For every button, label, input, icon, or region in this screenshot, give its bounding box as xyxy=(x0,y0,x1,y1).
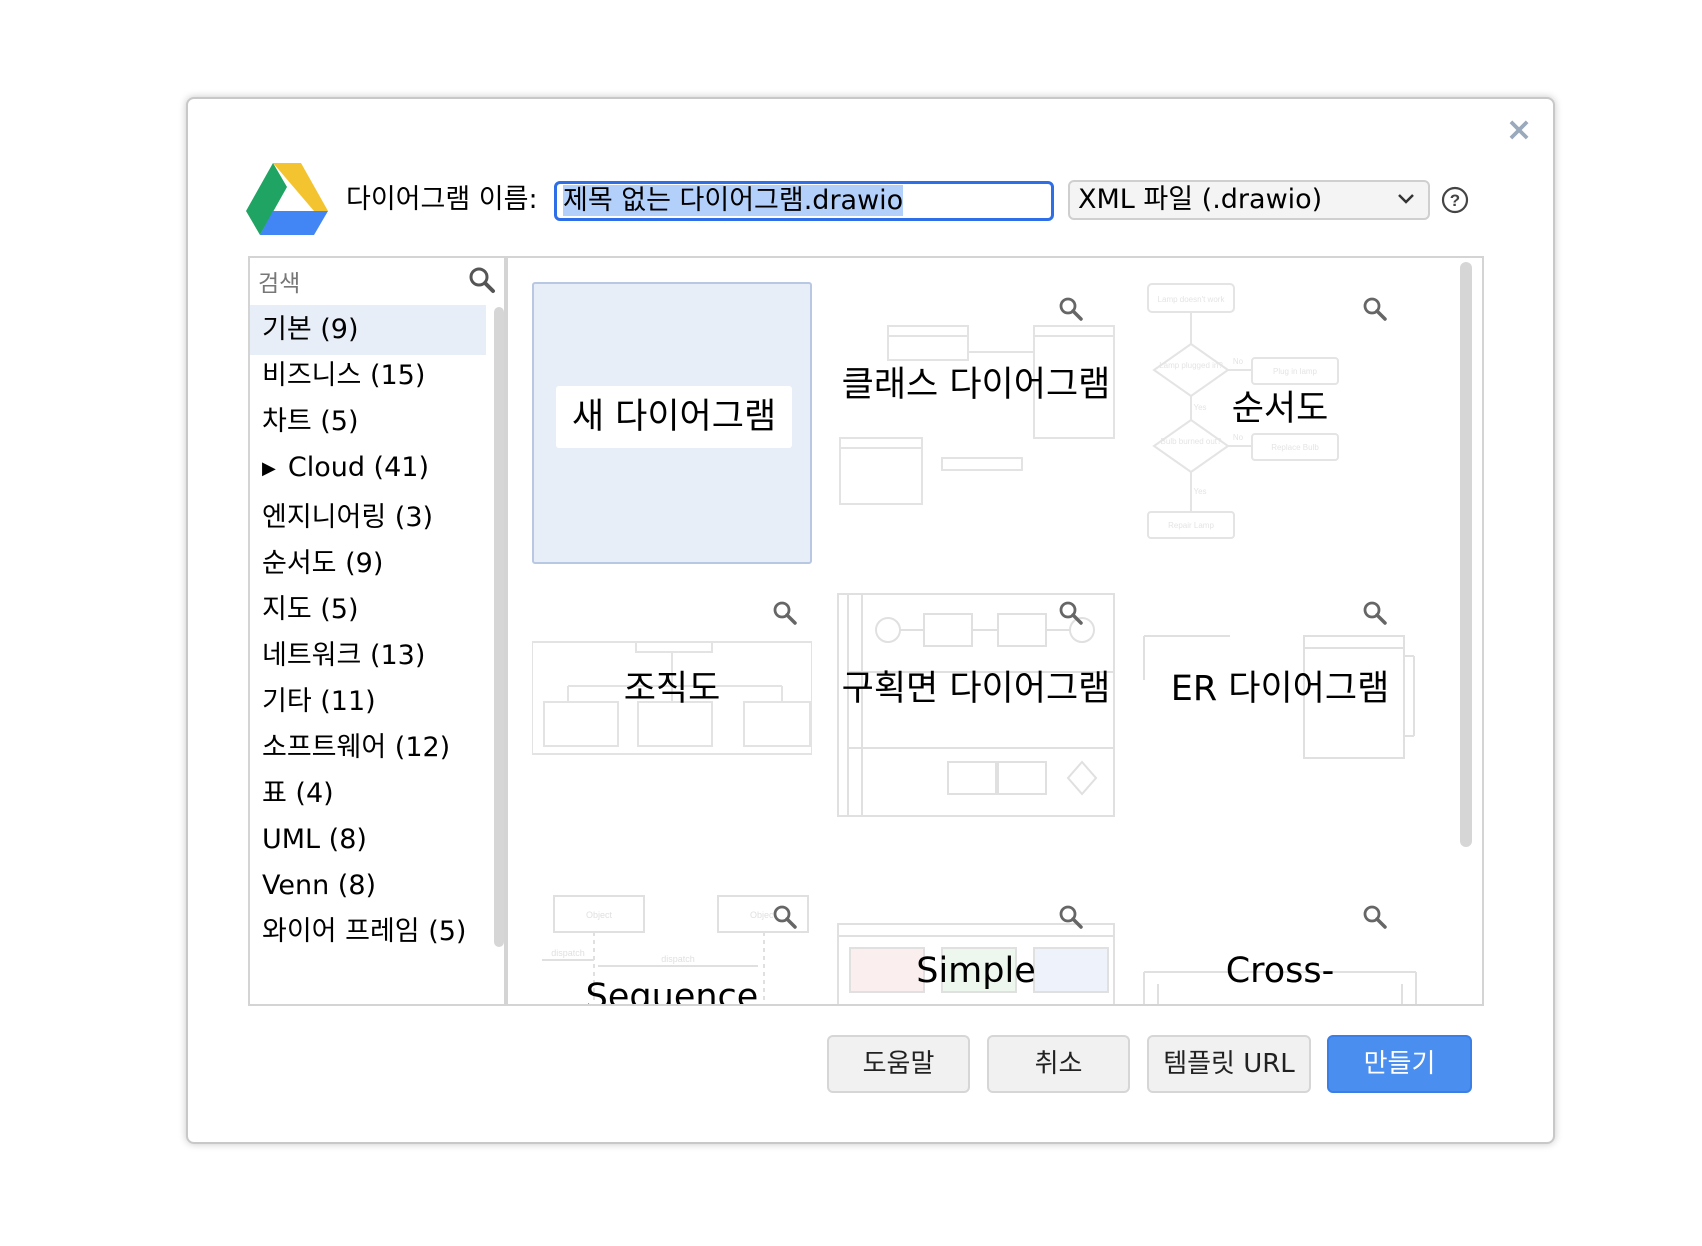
template-url-button[interactable]: 템플릿 URL xyxy=(1147,1035,1311,1093)
template-label: 클래스 다이어그램 xyxy=(841,365,1111,405)
template-flowchart[interactable]: Lamp doesn't work Lamp plugged in? Plug … xyxy=(1140,282,1420,564)
swimlane-thumbnail xyxy=(837,593,1115,817)
category-item-charts[interactable]: 차트 (5) xyxy=(250,397,486,447)
category-item-other[interactable]: 기타 (11) xyxy=(250,677,486,727)
svg-text:dispatch: dispatch xyxy=(661,954,695,964)
svg-text:dispatch: dispatch xyxy=(551,948,585,958)
category-item-business[interactable]: 비즈니스 (15) xyxy=(250,351,486,401)
svg-text:Yes: Yes xyxy=(1193,487,1206,496)
svg-text:Repair Lamp: Repair Lamp xyxy=(1168,521,1214,530)
zoom-icon[interactable] xyxy=(772,904,798,930)
class-diagram-thumbnail xyxy=(839,325,1115,505)
svg-text:Lamp doesn't work: Lamp doesn't work xyxy=(1158,295,1226,304)
template-er-diagram[interactable]: ER 다이어그램 xyxy=(1140,586,1420,868)
category-item-maps[interactable]: 지도 (5) xyxy=(250,585,486,635)
svg-text:Replace Bulb: Replace Bulb xyxy=(1271,443,1319,452)
org-chart-thumbnail xyxy=(532,641,812,755)
diagram-name-input[interactable]: 제목 없는 다이어그램.drawio xyxy=(554,181,1054,221)
chevron-down-icon xyxy=(1398,194,1414,204)
file-format-select[interactable]: XML 파일 (.drawio) xyxy=(1068,180,1430,220)
category-item-venn[interactable]: Venn (8) xyxy=(250,861,486,911)
svg-text:Bulb burned out?: Bulb burned out? xyxy=(1161,437,1222,446)
svg-text:Plug in lamp: Plug in lamp xyxy=(1273,367,1318,376)
template-swimlane[interactable]: 구획면 다이어그램 xyxy=(836,586,1116,868)
category-item-cloud[interactable]: ▶ Cloud (41) xyxy=(250,443,486,493)
svg-text:?: ? xyxy=(1450,191,1460,210)
template-search[interactable]: 검색 xyxy=(248,256,506,301)
search-input[interactable]: 검색 xyxy=(258,264,300,298)
category-item-uml[interactable]: UML (8) xyxy=(250,815,486,865)
diagram-name-label: 다이어그램 이름: xyxy=(346,184,538,215)
gallery-scrollbar[interactable] xyxy=(1460,262,1472,847)
zoom-icon[interactable] xyxy=(1058,904,1084,930)
template-simple[interactable]: Simple xyxy=(836,890,1116,1004)
expand-arrow-icon[interactable]: ▶ xyxy=(262,458,276,479)
close-icon[interactable]: × xyxy=(1504,113,1534,145)
google-drive-logo xyxy=(246,163,328,235)
zoom-icon[interactable] xyxy=(1058,600,1084,626)
template-gallery: 새 다이어그램 클래스 다이어그램 Lamp doesn't work Lamp… xyxy=(506,256,1484,1006)
category-item-basic[interactable]: 기본 (9) xyxy=(250,305,486,355)
template-label: ER 다이어그램 xyxy=(1170,669,1390,709)
cancel-button[interactable]: 취소 xyxy=(987,1035,1130,1093)
template-label: 순서도 xyxy=(1231,389,1329,429)
filename-text: 제목 없는 다이어그램.drawio xyxy=(563,185,904,216)
zoom-icon[interactable] xyxy=(1362,296,1388,322)
zoom-icon[interactable] xyxy=(1362,904,1388,930)
create-button[interactable]: 만들기 xyxy=(1327,1035,1472,1093)
template-label: 새 다이어그램 xyxy=(556,386,792,448)
category-item-software[interactable]: 소프트웨어 (12) xyxy=(250,723,486,773)
template-label: 구획면 다이어그램 xyxy=(841,669,1111,709)
template-org-chart[interactable]: 조직도 xyxy=(532,586,812,868)
svg-text:No: No xyxy=(1233,357,1244,366)
zoom-icon[interactable] xyxy=(1362,600,1388,626)
template-label: Sequence xyxy=(585,977,759,1006)
template-class-diagram[interactable]: 클래스 다이어그램 xyxy=(836,282,1116,564)
template-label: 조직도 xyxy=(623,669,721,709)
help-icon[interactable]: ? xyxy=(1441,186,1469,214)
svg-text:Lamp plugged in?: Lamp plugged in? xyxy=(1159,361,1223,370)
file-format-value: XML 파일 (.drawio) xyxy=(1078,184,1323,215)
er-diagram-thumbnail xyxy=(1143,635,1415,759)
zoom-icon[interactable] xyxy=(772,600,798,626)
template-label: Cross- xyxy=(1225,951,1335,991)
category-item-engineering[interactable]: 엔지니어링 (3) xyxy=(250,493,486,543)
template-sequence[interactable]: Object Object dispatch dispatch Sequence xyxy=(532,890,812,1006)
svg-text:Object: Object xyxy=(586,910,613,920)
template-label: Simple xyxy=(916,951,1036,991)
category-item-flowchart[interactable]: 순서도 (9) xyxy=(250,539,486,589)
help-button[interactable]: 도움말 xyxy=(827,1035,970,1093)
category-item-wireframes[interactable]: 와이어 프레임 (5) xyxy=(250,907,486,957)
sidebar-scrollbar[interactable] xyxy=(494,307,504,947)
svg-text:No: No xyxy=(1233,433,1244,442)
category-sidebar: 기본 (9) 비즈니스 (15) 차트 (5) ▶ Cloud (41) 엔지니어… xyxy=(248,301,506,1006)
category-item-network[interactable]: 네트워크 (13) xyxy=(250,631,486,681)
template-cross-functional[interactable]: Cross- xyxy=(1140,890,1420,1004)
search-icon[interactable] xyxy=(468,266,496,294)
zoom-icon[interactable] xyxy=(1058,296,1084,322)
template-blank[interactable]: 새 다이어그램 xyxy=(532,282,812,564)
category-item-tables[interactable]: 표 (4) xyxy=(250,769,486,819)
